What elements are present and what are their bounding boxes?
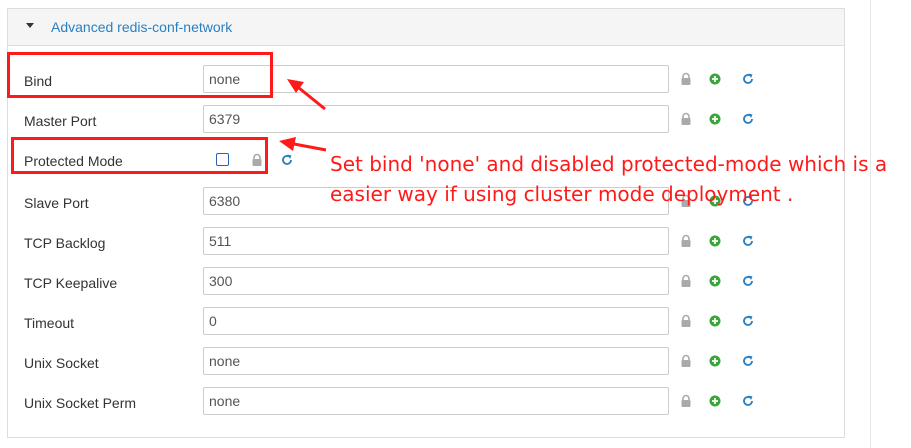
field-label: Slave Port [24,195,89,211]
lock-icon[interactable] [680,72,692,86]
plus-circle-icon[interactable] [709,314,721,328]
field-label: TCP Backlog [24,235,106,251]
field-label: Protected Mode [24,153,123,169]
refresh-icon[interactable] [742,394,754,408]
field-row-timeout: Timeout [0,307,911,347]
field-row-tcp-backlog: TCP Backlog [0,227,911,267]
refresh-icon[interactable] [742,112,754,126]
field-row-bind: Bind [0,65,911,105]
field-label: Unix Socket Perm [24,395,137,411]
refresh-icon[interactable] [742,354,754,368]
refresh-icon[interactable] [281,153,293,167]
field-row-master-port: Master Port [0,105,911,145]
lock-icon[interactable] [680,354,692,368]
refresh-icon[interactable] [742,274,754,288]
field-label: Bind [24,73,53,89]
master-port-input[interactable] [203,105,669,133]
plus-circle-icon[interactable] [709,274,721,288]
lock-icon[interactable] [680,112,692,126]
field-label: Timeout [24,315,75,331]
refresh-icon[interactable] [742,314,754,328]
field-label: TCP Keepalive [24,275,118,291]
field-label: Unix Socket [24,355,99,371]
field-row-tcp-keepalive: TCP Keepalive [0,267,911,307]
plus-circle-icon[interactable] [709,112,721,126]
field-row-unix-socket-perm: Unix Socket Perm [0,387,911,427]
plus-circle-icon[interactable] [709,234,721,248]
lock-icon[interactable] [680,274,692,288]
bind-input[interactable] [203,65,669,93]
field-label: Master Port [24,113,97,129]
field-row-unix-socket: Unix Socket [0,347,911,387]
refresh-icon[interactable] [742,72,754,86]
protected-mode-checkbox[interactable] [216,153,229,166]
lock-icon[interactable] [680,394,692,408]
plus-circle-icon[interactable] [709,354,721,368]
caret-down-icon[interactable] [26,23,34,28]
annotation-text: Set bind 'none' and disabled protected-m… [330,152,888,206]
unix-socket-perm-input[interactable] [203,387,669,415]
lock-icon[interactable] [251,153,263,167]
refresh-icon[interactable] [742,234,754,248]
plus-circle-icon[interactable] [709,394,721,408]
plus-circle-icon[interactable] [709,72,721,86]
lock-icon[interactable] [680,234,692,248]
unix-socket-input[interactable] [203,347,669,375]
lock-icon[interactable] [680,314,692,328]
tcp-backlog-input[interactable] [203,227,669,255]
timeout-input[interactable] [203,307,669,335]
tcp-keepalive-input[interactable] [203,267,669,295]
panel-header[interactable]: Advanced redis-conf-network [8,9,844,46]
panel-title[interactable]: Advanced redis-conf-network [51,19,232,35]
